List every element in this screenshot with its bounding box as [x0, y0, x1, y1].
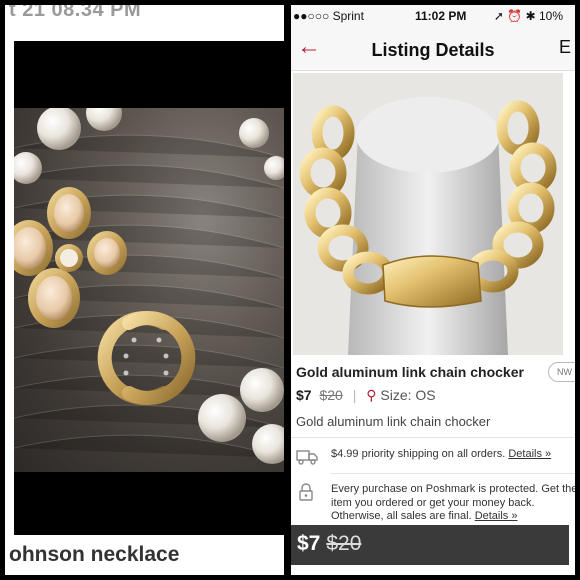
buyer-protection-info: Every purchase on Poshmark is protected.…	[331, 483, 575, 524]
hanger-icon: ⚲	[366, 387, 377, 403]
location-icon: ➚	[493, 9, 504, 23]
necklace-photo-image	[14, 108, 284, 472]
price-row: $7 $20 | ⚲ Size: OS	[296, 387, 436, 404]
alarm-icon: ⏰	[507, 9, 523, 23]
nav-more-button[interactable]: E	[559, 37, 571, 58]
condition-badge: NW	[548, 362, 575, 382]
shipping-details-link[interactable]: Details »	[508, 448, 551, 460]
page-title: Listing Details	[371, 40, 495, 60]
timestamp-fragment: t 21 08.34 PM	[9, 5, 142, 21]
status-time: 11:02 PM	[415, 9, 467, 23]
listing-screen: ●●○○○ Sprint 11:02 PM ➚ ⏰ ✱ 10% ← Listin…	[291, 5, 575, 575]
bottom-price-bar: $7 $20	[291, 525, 569, 565]
divider	[331, 473, 575, 474]
nav-bar: ← Listing Details E	[291, 27, 575, 71]
shipping-text: $4.99 priority shipping on all orders.	[331, 448, 506, 460]
bottom-price-value: $7	[297, 532, 321, 555]
divider	[291, 437, 575, 438]
status-right-icons: ➚ ⏰ ✱ 10%	[494, 9, 563, 23]
shipping-info: $4.99 priority shipping on all orders. D…	[331, 448, 551, 460]
truck-icon	[296, 450, 318, 465]
collage-frame: t 21 08.34 PM ohnson necklace ●●○○○ Spri…	[0, 0, 580, 580]
protection-text: Every purchase on Poshmark is protected.…	[331, 483, 575, 522]
bottom-original-price: $20	[326, 532, 362, 555]
left-top-strip: t 21 08.34 PM	[5, 5, 284, 41]
product-photo[interactable]	[293, 73, 563, 355]
carrier-label: ●●○○○ Sprint	[293, 9, 364, 23]
listing-description: Gold aluminum link chain chocker	[296, 414, 491, 429]
price-divider: |	[352, 387, 357, 403]
brooch-necklace-illustration	[14, 108, 284, 464]
size-label: Size: OS	[380, 387, 436, 403]
listing-original-price: $20	[319, 387, 343, 403]
left-caption: ohnson necklace	[9, 543, 180, 566]
protection-details-link[interactable]: Details »	[475, 510, 518, 522]
lock-icon	[299, 483, 313, 501]
gold-chain-choker-illustration	[293, 73, 563, 355]
left-panel: t 21 08.34 PM ohnson necklace	[5, 5, 284, 575]
necklace-photo	[14, 41, 284, 535]
listing-price: $7	[296, 387, 312, 403]
bottom-price: $7 $20	[297, 532, 361, 556]
battery-percent: 10%	[538, 9, 563, 23]
bluetooth-icon: ✱	[525, 9, 536, 23]
status-bar: ●●○○○ Sprint 11:02 PM ➚ ⏰ ✱ 10%	[291, 5, 575, 27]
listing-title: Gold aluminum link chain chocker	[296, 364, 524, 380]
